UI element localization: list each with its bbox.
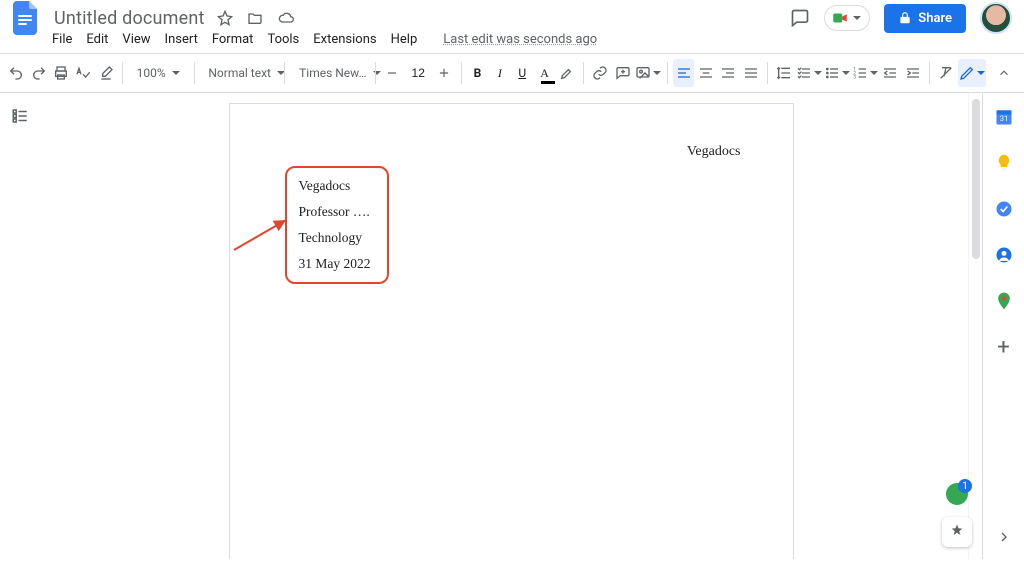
indent-increase-button[interactable] bbox=[902, 59, 922, 87]
clear-formatting-button[interactable] bbox=[936, 59, 956, 87]
print-button[interactable] bbox=[51, 59, 71, 87]
share-label: Share bbox=[918, 11, 952, 26]
mla-instructor[interactable]: Professor …. bbox=[299, 204, 375, 220]
line-spacing-button[interactable] bbox=[774, 59, 794, 87]
floating-actions: 1 bbox=[942, 483, 972, 547]
outline-toggle-icon[interactable] bbox=[11, 107, 29, 559]
zoom-select[interactable]: 100% bbox=[129, 60, 188, 86]
indent-decrease-button[interactable] bbox=[880, 59, 900, 87]
insert-image-button[interactable] bbox=[635, 59, 661, 87]
tasks-app-icon[interactable] bbox=[994, 199, 1014, 223]
menu-insert[interactable]: Insert bbox=[165, 32, 198, 47]
explore-button[interactable] bbox=[942, 517, 972, 547]
font-size-input[interactable] bbox=[404, 64, 432, 82]
undo-button[interactable] bbox=[6, 59, 26, 87]
mla-course[interactable]: Technology bbox=[299, 230, 375, 246]
maps-app-icon[interactable] bbox=[994, 291, 1014, 315]
italic-button[interactable]: I bbox=[490, 59, 510, 87]
present-call-button[interactable] bbox=[824, 5, 870, 31]
menu-format[interactable]: Format bbox=[212, 32, 254, 47]
svg-text:3: 3 bbox=[853, 74, 856, 80]
docs-logo[interactable] bbox=[10, 0, 42, 37]
highlight-button[interactable] bbox=[557, 59, 577, 87]
mla-date[interactable]: 31 May 2022 bbox=[299, 256, 375, 272]
underline-button[interactable]: U bbox=[512, 59, 532, 87]
account-avatar[interactable] bbox=[980, 2, 1012, 34]
cloud-status-icon[interactable] bbox=[277, 10, 295, 26]
align-right-button[interactable] bbox=[718, 59, 738, 87]
font-size-decrease[interactable] bbox=[382, 59, 402, 87]
outline-rail bbox=[0, 93, 40, 559]
menu-edit[interactable]: Edit bbox=[86, 32, 108, 47]
paint-format-button[interactable] bbox=[96, 59, 116, 87]
hide-sidepanel-icon[interactable] bbox=[996, 529, 1012, 549]
last-edit-status[interactable]: Last edit was seconds ago bbox=[443, 32, 597, 47]
share-button[interactable]: Share bbox=[884, 4, 966, 33]
menu-file[interactable]: File bbox=[52, 32, 72, 47]
document-canvas[interactable]: Vegadocs Vegadocs Professor …. Technolog… bbox=[40, 93, 982, 559]
bulleted-list-button[interactable] bbox=[824, 59, 850, 87]
mla-author[interactable]: Vegadocs bbox=[299, 178, 375, 194]
text-color-button[interactable]: A bbox=[534, 59, 554, 87]
font-value: Times New… bbox=[299, 66, 366, 80]
spellcheck-button[interactable] bbox=[73, 59, 93, 87]
svg-text:31: 31 bbox=[999, 114, 1007, 123]
calendar-app-icon[interactable]: 31 bbox=[994, 107, 1014, 131]
align-left-button[interactable] bbox=[673, 59, 693, 87]
insert-comment-button[interactable] bbox=[612, 59, 632, 87]
header-right: Share bbox=[790, 2, 1012, 34]
toolbar: 100% Normal text Times New… B I U A 123 bbox=[0, 53, 1024, 93]
numbered-list-button[interactable]: 123 bbox=[852, 59, 878, 87]
checklist-button[interactable] bbox=[796, 59, 822, 87]
title-actions bbox=[217, 10, 295, 26]
presence-indicator[interactable]: 1 bbox=[946, 483, 968, 505]
align-justify-button[interactable] bbox=[741, 59, 761, 87]
comment-history-icon[interactable] bbox=[790, 8, 810, 28]
collapse-toolbar-button[interactable] bbox=[990, 59, 1018, 87]
star-icon[interactable] bbox=[217, 10, 233, 26]
zoom-value: 100% bbox=[137, 66, 166, 80]
get-addons-button[interactable]: + bbox=[997, 337, 1009, 359]
presence-count: 1 bbox=[958, 479, 972, 493]
document-title[interactable]: Untitled document bbox=[50, 8, 209, 29]
font-size-increase[interactable] bbox=[434, 59, 454, 87]
mla-heading-box: Vegadocs Professor …. Technology 31 May … bbox=[285, 166, 389, 284]
align-center-button[interactable] bbox=[696, 59, 716, 87]
workspace: Vegadocs Vegadocs Professor …. Technolog… bbox=[0, 93, 1024, 559]
editing-mode-button[interactable] bbox=[958, 59, 986, 87]
font-family-select[interactable]: Times New… bbox=[291, 60, 369, 86]
move-icon[interactable] bbox=[247, 10, 263, 26]
menu-tools[interactable]: Tools bbox=[267, 32, 299, 47]
header-running-name[interactable]: Vegadocs bbox=[687, 144, 741, 160]
paragraph-style-select[interactable]: Normal text bbox=[200, 60, 278, 86]
redo-button[interactable] bbox=[28, 59, 48, 87]
side-panel: 31 + bbox=[982, 93, 1024, 559]
menu-extensions[interactable]: Extensions bbox=[313, 32, 376, 47]
menu-help[interactable]: Help bbox=[391, 32, 418, 47]
menu-view[interactable]: View bbox=[122, 32, 150, 47]
keep-app-icon[interactable] bbox=[994, 153, 1014, 177]
titlebar: Untitled document Share bbox=[0, 0, 1024, 30]
style-value: Normal text bbox=[208, 66, 271, 80]
insert-link-button[interactable] bbox=[590, 59, 610, 87]
bold-button[interactable]: B bbox=[467, 59, 487, 87]
page[interactable]: Vegadocs Vegadocs Professor …. Technolog… bbox=[229, 103, 794, 559]
contacts-app-icon[interactable] bbox=[994, 245, 1014, 269]
